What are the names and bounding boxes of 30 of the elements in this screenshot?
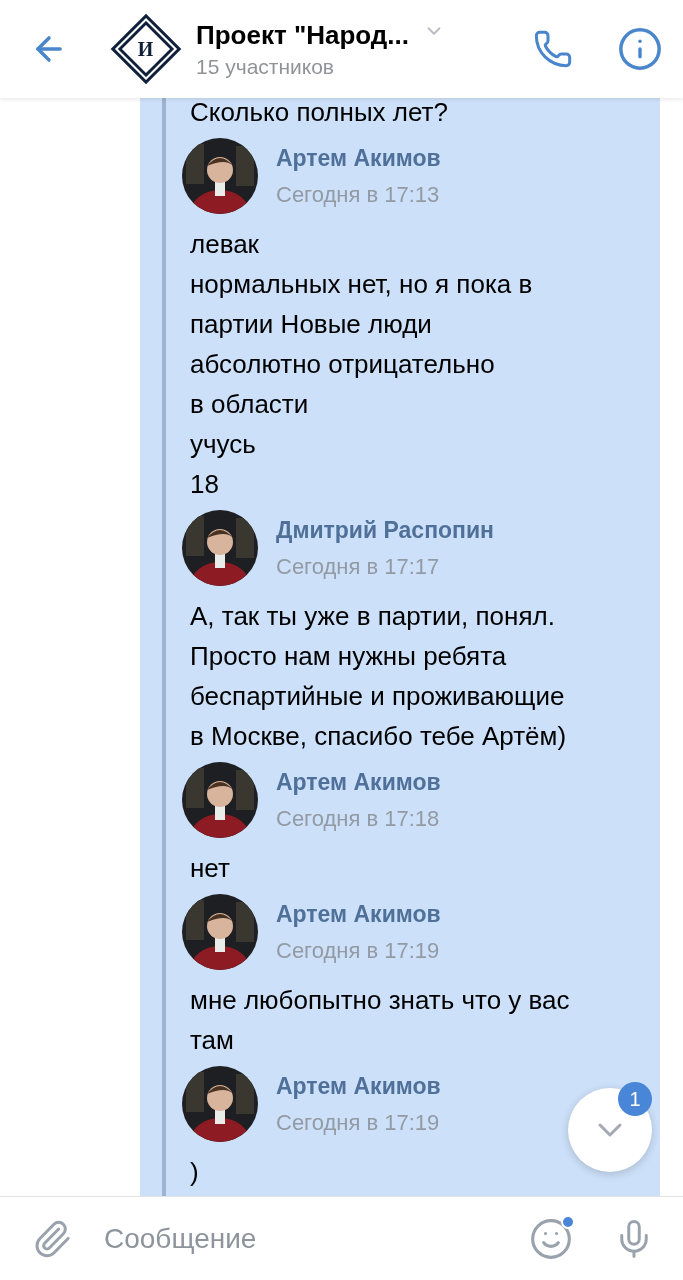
message-text: абсолютно отрицательно xyxy=(190,348,496,381)
message-time: Сегодня в 17:13 xyxy=(276,181,441,208)
message-text: ) xyxy=(190,1156,200,1189)
message-text: нет xyxy=(190,852,231,885)
message-time: Сегодня в 17:19 xyxy=(276,937,441,964)
message-field[interactable]: Сообщение xyxy=(102,1221,529,1256)
message-time: Сегодня в 17:17 xyxy=(276,553,441,580)
author-name[interactable]: Артем Акимов xyxy=(276,1072,441,1100)
message-time: Сегодня в 17:19 xyxy=(276,1109,441,1136)
emoji-button[interactable] xyxy=(529,1216,573,1261)
author-name[interactable]: Дмитрий Распопин xyxy=(276,516,494,544)
member-count: 15 участников xyxy=(196,54,336,79)
message-text: А, так ты уже в партии, понял. Просто нам нужны ребята беспартийные и проживающие в Москве, спасибо тебе Артём) xyxy=(190,600,568,753)
chat-title[interactable]: Проект "Народ... xyxy=(196,19,410,51)
message-text: нормальных нет, но я пока в xyxy=(190,268,534,301)
attach-button[interactable] xyxy=(32,1218,72,1259)
message-text: партии Новые люди xyxy=(190,308,433,341)
author-name[interactable]: Артем Акимов xyxy=(276,900,441,928)
message-text: 18 xyxy=(190,468,220,501)
message-text: мне любопытно знать что у вас там xyxy=(190,984,571,1057)
message-text: Сколько полных лет? xyxy=(190,98,449,129)
message-text: в области xyxy=(190,388,310,421)
message-text: левак xyxy=(190,228,260,261)
author-name[interactable]: Артем Акимов xyxy=(276,768,441,796)
message-text: учусь xyxy=(190,428,257,461)
forwarded-message[interactable] xyxy=(140,98,660,1196)
message-time: Сегодня в 17:18 xyxy=(276,805,441,832)
author-name[interactable]: Артем Акимов xyxy=(276,144,441,172)
phone-button[interactable] xyxy=(533,29,573,69)
info-button[interactable] xyxy=(617,26,663,72)
